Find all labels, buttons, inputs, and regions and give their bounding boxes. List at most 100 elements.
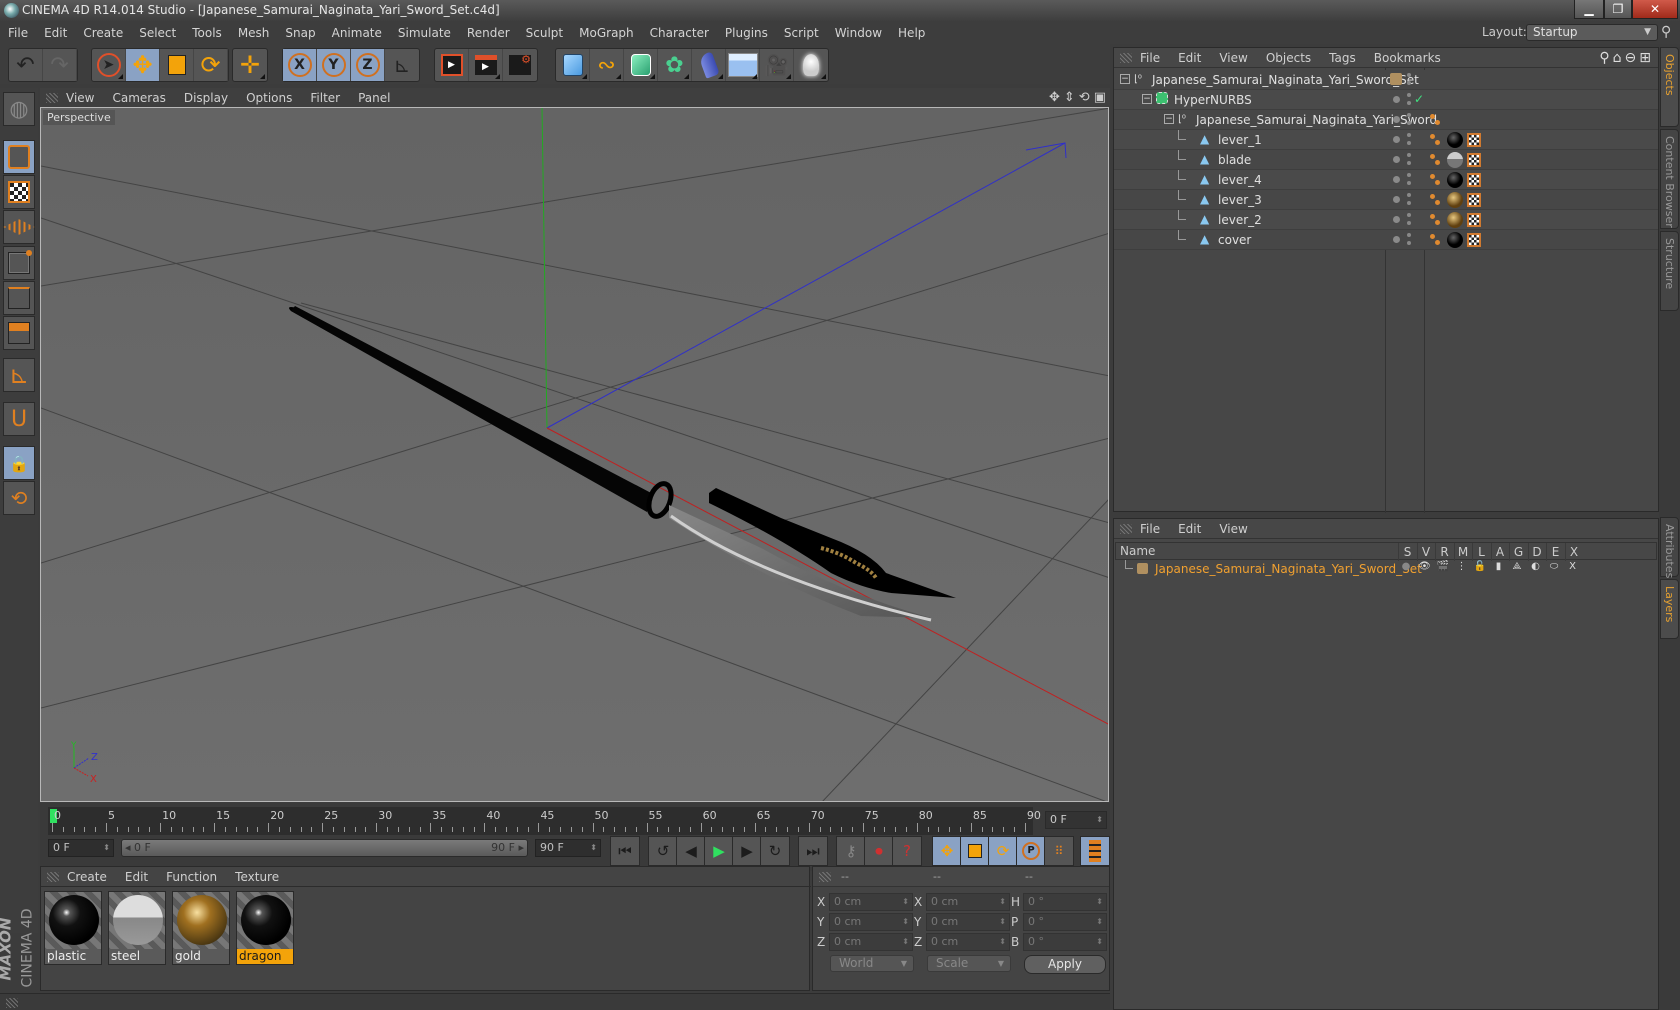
uvw-tag-icon[interactable] (1467, 153, 1481, 167)
editor-visibility-dot[interactable] (1407, 93, 1411, 97)
menu-sculpt[interactable]: Sculpt (518, 26, 571, 40)
coord-pos-z-field[interactable]: 0 cm ⬍ (829, 933, 913, 951)
material-tag-icon[interactable] (1447, 192, 1463, 208)
enabled-dot[interactable] (1393, 156, 1400, 163)
menu-help[interactable]: Help (890, 26, 933, 40)
menu-plugins[interactable]: Plugins (717, 26, 776, 40)
rotate-button[interactable]: ⟳ (194, 49, 228, 81)
uvw-tag-icon[interactable] (1467, 133, 1481, 147)
generators-icon[interactable]: ⟁ (1510, 561, 1524, 572)
redo-button[interactable]: ↷ (43, 49, 77, 81)
scale-button[interactable] (160, 49, 194, 81)
panel-grip[interactable] (6, 998, 18, 1008)
object-menu-edit[interactable]: Edit (1178, 51, 1201, 65)
phong-tag-icon[interactable] (1430, 213, 1442, 227)
nurbs-button[interactable] (624, 49, 658, 81)
light-button[interactable] (794, 49, 828, 81)
editor-visibility-dot[interactable] (1407, 173, 1411, 177)
coord-rot-h-field[interactable]: 0 ° ⬍ (1023, 893, 1107, 911)
coord-size-z-field[interactable]: 0 cm ⬍ (926, 933, 1010, 951)
material-tag-icon[interactable] (1447, 232, 1463, 248)
phong-tag-icon[interactable] (1430, 113, 1442, 127)
menu-create[interactable]: Create (75, 26, 131, 40)
editor-visibility-dot[interactable] (1407, 233, 1411, 237)
object-row[interactable]: ▲ lever_4 (1114, 170, 1658, 190)
layer-column-d[interactable]: D (1527, 543, 1546, 561)
polygons-mode-button[interactable] (3, 316, 35, 350)
end-frame-field[interactable]: 90 F ⬍ (535, 839, 601, 857)
phong-tag-icon[interactable] (1430, 233, 1442, 247)
expressions-icon[interactable]: ⬭ (1547, 561, 1561, 572)
viewport-perspective[interactable]: Y Z X Perspective (40, 107, 1109, 802)
coordinate-mode-dropdown[interactable]: World ▼ (830, 955, 914, 972)
layer-row[interactable]: Japanese_Samurai_Naginata_Yari_Sword_Set… (1115, 560, 1657, 578)
render-view-button[interactable]: ▶ (435, 49, 469, 81)
phong-tag-icon[interactable] (1430, 193, 1442, 207)
menu-file[interactable]: File (0, 26, 36, 40)
layer-column-g[interactable]: G (1509, 543, 1527, 561)
new-window-icon[interactable]: ⊞ (1639, 50, 1654, 66)
coord-size-y-field[interactable]: 0 cm ⬍ (926, 913, 1010, 931)
pan-icon[interactable]: ✥ (1049, 90, 1064, 105)
layer-column-l[interactable]: L (1472, 543, 1490, 561)
viewport-menu-options[interactable]: Options (246, 91, 292, 105)
workplane-mode-button[interactable] (3, 210, 35, 244)
layer-column-v[interactable]: V (1416, 543, 1435, 561)
material-menu-texture[interactable]: Texture (235, 870, 279, 884)
object-row[interactable]: − ⌊⁰ Japanese_Samurai_Naginata_Yari_Sword (1114, 110, 1658, 130)
current-frame-field[interactable]: 0 F ⬍ (1045, 811, 1107, 829)
material-tag-icon[interactable] (1447, 132, 1463, 148)
viewport-menu-panel[interactable]: Panel (358, 91, 390, 105)
material-gold[interactable]: gold (172, 891, 230, 965)
move-button[interactable]: ✥ (126, 49, 160, 81)
layer-menu-file[interactable]: File (1140, 522, 1160, 536)
phong-tag-icon[interactable] (1430, 153, 1442, 167)
viewport-menu-cameras[interactable]: Cameras (112, 91, 165, 105)
material-tag-icon[interactable] (1447, 172, 1463, 188)
coord-rot-p-field[interactable]: 0 ° ⬍ (1023, 913, 1107, 931)
object-menu-file[interactable]: File (1140, 51, 1160, 65)
object-row[interactable]: ▲ blade (1114, 150, 1658, 170)
timeline-ruler[interactable]: 0 5 10 15 20 25 30 35 40 45 50 55 60 65 70 75 80 85 90 (48, 807, 1041, 835)
coord-rot-b-field[interactable]: 0 ° ⬍ (1023, 933, 1107, 951)
enabled-dot[interactable] (1393, 196, 1400, 203)
material-tag-icon[interactable] (1447, 152, 1463, 168)
close-button[interactable]: ✕ (1632, 0, 1678, 19)
make-editable-button[interactable]: ◍ (3, 92, 35, 126)
live-selection-button[interactable]: ➤ (92, 49, 126, 81)
editor-visibility-dot[interactable] (1407, 73, 1411, 77)
layer-column-x[interactable]: X (1564, 543, 1583, 561)
points-mode-button[interactable] (3, 246, 35, 280)
restore-button[interactable]: ❐ (1604, 0, 1632, 19)
layout-dropdown[interactable]: Startup ▼ (1526, 24, 1658, 41)
object-row[interactable]: ▲ cover (1114, 230, 1658, 250)
object-row[interactable]: ▲ lever_2 (1114, 210, 1658, 230)
object-row[interactable]: ▲ lever_3 (1114, 190, 1658, 210)
axis-mode-button[interactable]: ⊾ (3, 358, 35, 392)
zoom-icon[interactable]: ⇕ (1064, 90, 1079, 105)
eye-icon[interactable]: ⊖ (1625, 50, 1640, 66)
render-settings-button[interactable]: ⚙ (503, 49, 537, 81)
orbit-icon[interactable]: ⟲ (1079, 90, 1094, 105)
panel-grip[interactable] (1120, 524, 1132, 534)
xref-icon[interactable]: X (1566, 561, 1580, 572)
material-plastic[interactable]: plastic (44, 891, 102, 965)
manager-icon[interactable]: ⋮ (1455, 561, 1469, 572)
collapse-toggle-icon[interactable]: − (1142, 94, 1152, 104)
layer-column-a[interactable]: A (1490, 543, 1509, 561)
record-keyframes-button[interactable]: ⚷ (836, 836, 866, 866)
go-to-start-button[interactable]: ⏮ (610, 836, 640, 866)
render-visibility-dot[interactable] (1407, 101, 1411, 105)
deformers-icon[interactable]: ◐ (1529, 561, 1543, 572)
lock-icon[interactable]: 🔓 (1473, 561, 1487, 572)
menu-character[interactable]: Character (642, 26, 717, 40)
layer-menu-edit[interactable]: Edit (1178, 522, 1201, 536)
layer-column-r[interactable]: R (1435, 543, 1453, 561)
menu-script[interactable]: Script (776, 26, 827, 40)
material-dragon[interactable]: dragon (236, 891, 294, 965)
enabled-dot[interactable] (1393, 136, 1400, 143)
layer-column-name[interactable]: Name (1120, 544, 1155, 558)
camera-button[interactable]: 🎥 (760, 49, 794, 81)
range-slider[interactable]: ◂ 0 F 90 F ▸ (121, 839, 528, 857)
render-visibility-dot[interactable] (1407, 201, 1411, 205)
